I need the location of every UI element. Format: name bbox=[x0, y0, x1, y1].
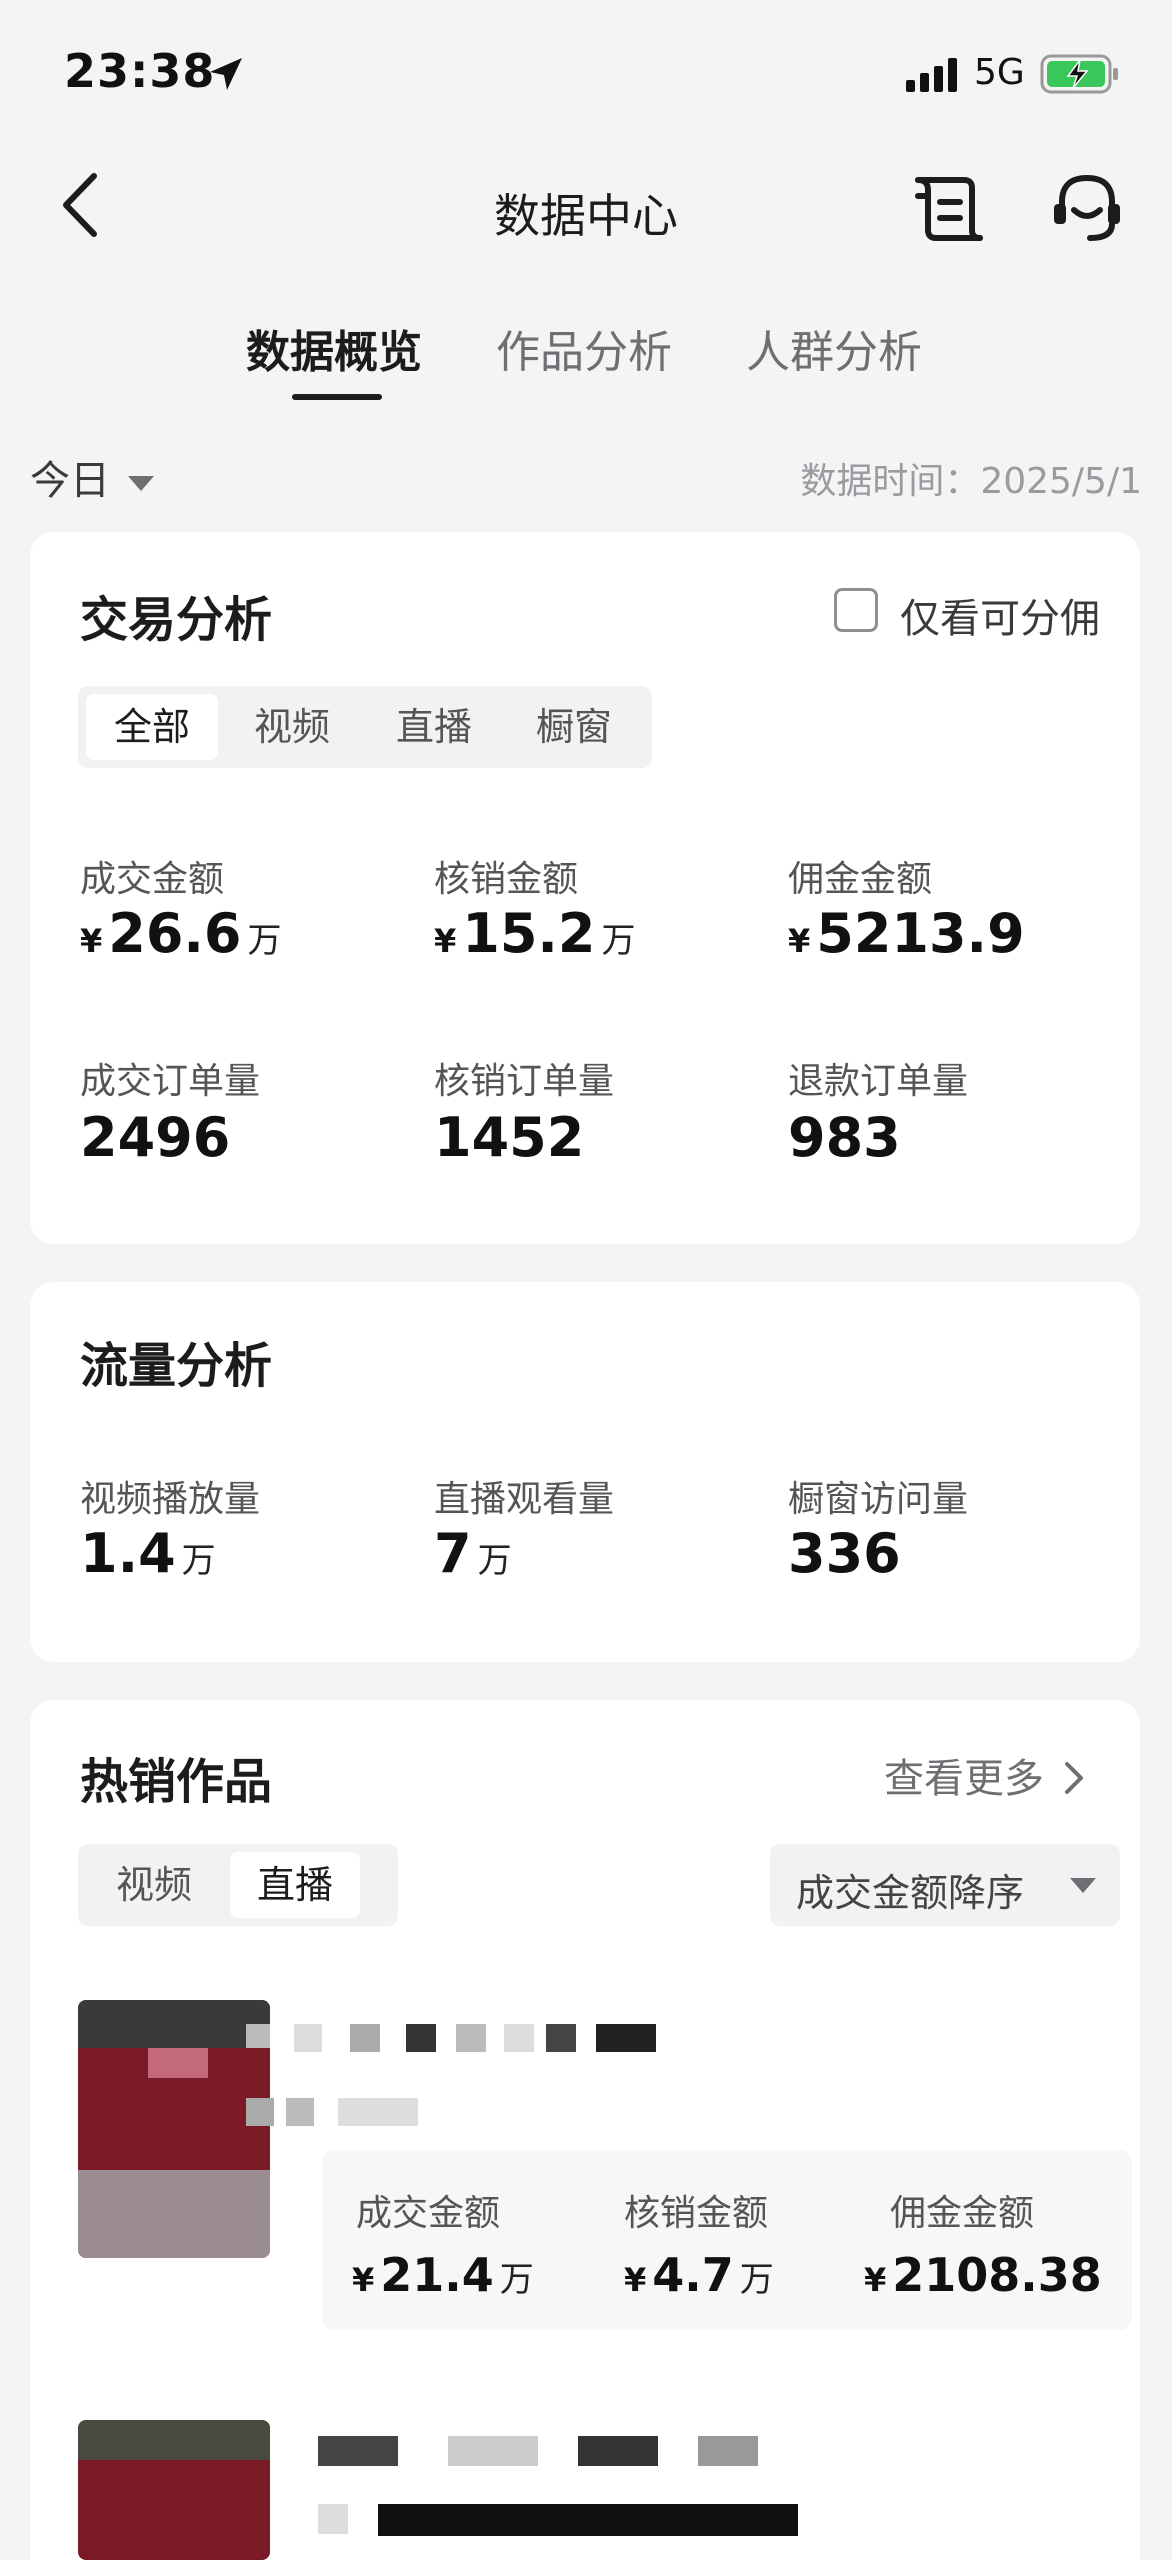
stat-value: ¥21.4 万 bbox=[352, 2248, 534, 2302]
battery-charging-icon bbox=[1040, 54, 1118, 94]
trade-title: 交易分析 bbox=[80, 592, 273, 648]
segment-all[interactable]: 全部 bbox=[86, 694, 218, 760]
metric-label: 退款订单量 bbox=[788, 1061, 969, 1102]
stat-value: ¥2108.38 bbox=[864, 2248, 1102, 2302]
trade-analysis-card: 交易分析 仅看可分佣 全部 视频 直播 橱窗 成交金额 ¥26.6 万 核销金额 … bbox=[30, 532, 1140, 1244]
location-arrow-icon bbox=[210, 58, 242, 90]
active-tab-indicator bbox=[292, 394, 382, 400]
customer-service-icon[interactable] bbox=[1050, 170, 1124, 244]
stat-label: 成交金额 bbox=[356, 2193, 501, 2234]
tab-overview[interactable]: 数据概览 bbox=[246, 316, 422, 380]
item-stats-panel: 成交金额 ¥21.4 万 核销金额 ¥4.7 万 佣金金额 ¥2108.38 bbox=[322, 2150, 1132, 2330]
blurred-title bbox=[246, 2014, 746, 2134]
signal-icon bbox=[906, 58, 957, 92]
only-commission-toggle[interactable]: 仅看可分佣 bbox=[834, 586, 1124, 642]
product-thumbnail bbox=[78, 2420, 270, 2560]
caret-down-icon bbox=[128, 475, 154, 491]
view-more-link[interactable]: 查看更多 bbox=[884, 1746, 1085, 1804]
list-item[interactable]: 成交金额 ¥21.4 万 核销金额 ¥4.7 万 佣金金额 ¥2108.38 bbox=[78, 2000, 1138, 2350]
metric-value: ¥26.6 万 bbox=[80, 902, 282, 965]
metric-label: 直播观看量 bbox=[434, 1479, 615, 1520]
segment-showcase[interactable]: 橱窗 bbox=[508, 694, 640, 760]
metric-value: 2496 bbox=[80, 1106, 231, 1169]
data-time: 数据时间：2025/5/1 bbox=[800, 461, 1142, 502]
list-item[interactable] bbox=[78, 2420, 1138, 2560]
hot-segment-control: 视频 直播 bbox=[78, 1844, 398, 1926]
sort-label: 成交金额降序 bbox=[796, 1871, 1025, 1915]
stat-label: 核销金额 bbox=[624, 2193, 769, 2234]
stat-label: 佣金金额 bbox=[890, 2193, 1035, 2234]
status-time: 23:38 bbox=[64, 44, 216, 98]
metric-label: 佣金金额 bbox=[788, 859, 933, 900]
checkbox[interactable] bbox=[834, 588, 878, 632]
period-dropdown[interactable]: 今日 bbox=[30, 448, 154, 506]
metric-value: 336 bbox=[788, 1522, 901, 1585]
metric-value: 7万 bbox=[434, 1522, 512, 1585]
metric-label: 橱窗访问量 bbox=[788, 1479, 969, 1520]
hot-works-card: 热销作品 查看更多 视频 直播 成交金额降序 成交金额 ¥ 21.4 万 核销金… bbox=[30, 1700, 1140, 2560]
segment-live[interactable]: 直播 bbox=[230, 1852, 360, 1918]
metric-label: 视频播放量 bbox=[80, 1479, 261, 1520]
scroll-list-icon[interactable] bbox=[912, 172, 986, 244]
blurred-title bbox=[318, 2434, 878, 2544]
product-thumbnail bbox=[78, 2000, 270, 2258]
caret-down-icon bbox=[1070, 1878, 1096, 1893]
tab-audience-analysis[interactable]: 人群分析 bbox=[746, 316, 922, 380]
metric-value: ¥5213.9 bbox=[788, 902, 1025, 965]
metric-value: 1452 bbox=[434, 1106, 585, 1169]
metric-label: 成交金额 bbox=[80, 859, 225, 900]
segment-video[interactable]: 视频 bbox=[86, 1852, 222, 1918]
trade-segment-control: 全部 视频 直播 橱窗 bbox=[78, 686, 652, 768]
chevron-right-icon bbox=[1064, 1762, 1083, 1794]
only-commission-label: 仅看可分佣 bbox=[900, 596, 1100, 642]
hot-title: 热销作品 bbox=[80, 1754, 273, 1810]
metric-label: 核销订单量 bbox=[434, 1061, 615, 1102]
tab-works-analysis[interactable]: 作品分析 bbox=[496, 316, 672, 380]
view-more-label: 查看更多 bbox=[884, 1756, 1044, 1802]
metric-value: ¥15.2 万 bbox=[434, 902, 636, 965]
sort-dropdown[interactable]: 成交金额降序 bbox=[770, 1844, 1120, 1926]
traffic-analysis-card: 流量分析 视频播放量 1.4 万 直播观看量 7万 橱窗访问量 336 bbox=[30, 1282, 1140, 1662]
segment-live[interactable]: 直播 bbox=[368, 694, 500, 760]
stat-value: ¥4.7 万 bbox=[624, 2248, 774, 2302]
metric-label: 成交订单量 bbox=[80, 1061, 261, 1102]
metric-value: 983 bbox=[788, 1106, 901, 1169]
segment-video[interactable]: 视频 bbox=[226, 694, 358, 760]
page-title: 数据中心 bbox=[494, 189, 678, 243]
period-label: 今日 bbox=[30, 458, 110, 504]
metric-label: 核销金额 bbox=[434, 859, 579, 900]
metric-value: 1.4 万 bbox=[80, 1522, 216, 1585]
traffic-title: 流量分析 bbox=[80, 1338, 273, 1394]
network-type: 5G bbox=[974, 52, 1025, 93]
